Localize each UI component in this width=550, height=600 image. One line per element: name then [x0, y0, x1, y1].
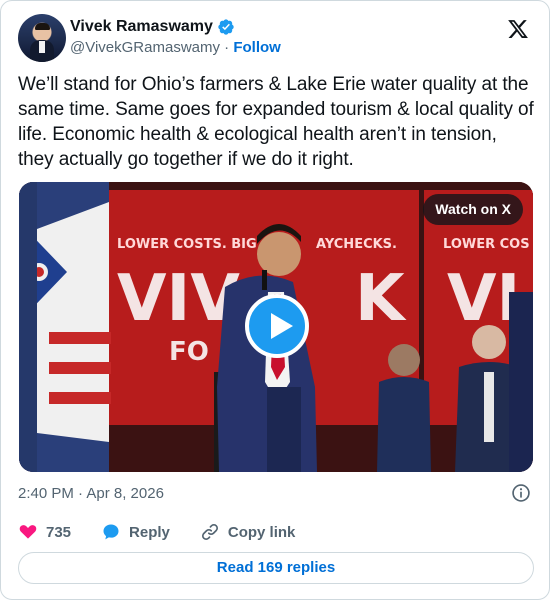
banner-logo-right: K	[355, 262, 407, 336]
avatar-shirt	[39, 41, 45, 53]
banner-subtitle: FO	[169, 337, 209, 367]
copy-link-action[interactable]: Copy link	[200, 522, 296, 542]
watch-on-x-button[interactable]: Watch on X	[423, 194, 523, 225]
verified-badge-icon	[218, 19, 234, 35]
follow-link[interactable]: Follow	[233, 39, 281, 56]
video-player[interactable]: LOWER COSTS. BIG AYCHECKS. LOWER COS VIV…	[19, 182, 533, 472]
reply-action[interactable]: Reply	[101, 522, 170, 542]
play-button-icon[interactable]	[245, 294, 309, 358]
banner-tagline: LOWER COSTS. BIG	[117, 237, 257, 252]
banner-tagline-2: AYCHECKS.	[316, 237, 397, 252]
ohio-flag	[19, 182, 111, 472]
copy-link-label: Copy link	[227, 523, 296, 541]
avatar-hair	[35, 23, 50, 30]
author-handle[interactable]: @VivekGRamaswamy	[70, 39, 220, 56]
tweet-actions: 735 Reply Copy link	[18, 519, 325, 545]
author-name-row: Vivek Ramaswamy	[70, 17, 235, 37]
author-name[interactable]: Vivek Ramaswamy	[70, 18, 213, 36]
link-icon	[201, 523, 218, 541]
like-action[interactable]: 735	[18, 522, 71, 542]
reply-bubble-icon	[103, 524, 119, 540]
tweet-header: Vivek Ramaswamy @VivekGRamaswamy · Follo…	[18, 14, 533, 62]
read-replies-button[interactable]: Read 169 replies	[18, 552, 534, 584]
tweet-meta: 2:40 PM · Apr 8, 2026	[18, 483, 164, 503]
tweet-timestamp[interactable]: 2:40 PM · Apr 8, 2026	[18, 485, 164, 502]
banner-tagline-right: LOWER COS	[443, 237, 530, 252]
x-logo-icon[interactable]	[507, 18, 529, 40]
separator-dot: ·	[224, 39, 230, 56]
tweet-card: Vivek Ramaswamy @VivekGRamaswamy · Follo…	[0, 0, 550, 600]
author-avatar[interactable]	[18, 14, 66, 62]
author-handle-row: @VivekGRamaswamy · Follow	[70, 39, 281, 56]
banner-logo-left: VIV	[117, 262, 240, 336]
tweet-text: We’ll stand for Ohio’s farmers & Lake Er…	[18, 74, 534, 170]
partial-figure	[509, 292, 533, 472]
like-count: 735	[46, 523, 72, 541]
heart-icon	[19, 525, 37, 539]
reply-label: Reply	[129, 523, 170, 541]
info-icon[interactable]	[511, 483, 531, 503]
